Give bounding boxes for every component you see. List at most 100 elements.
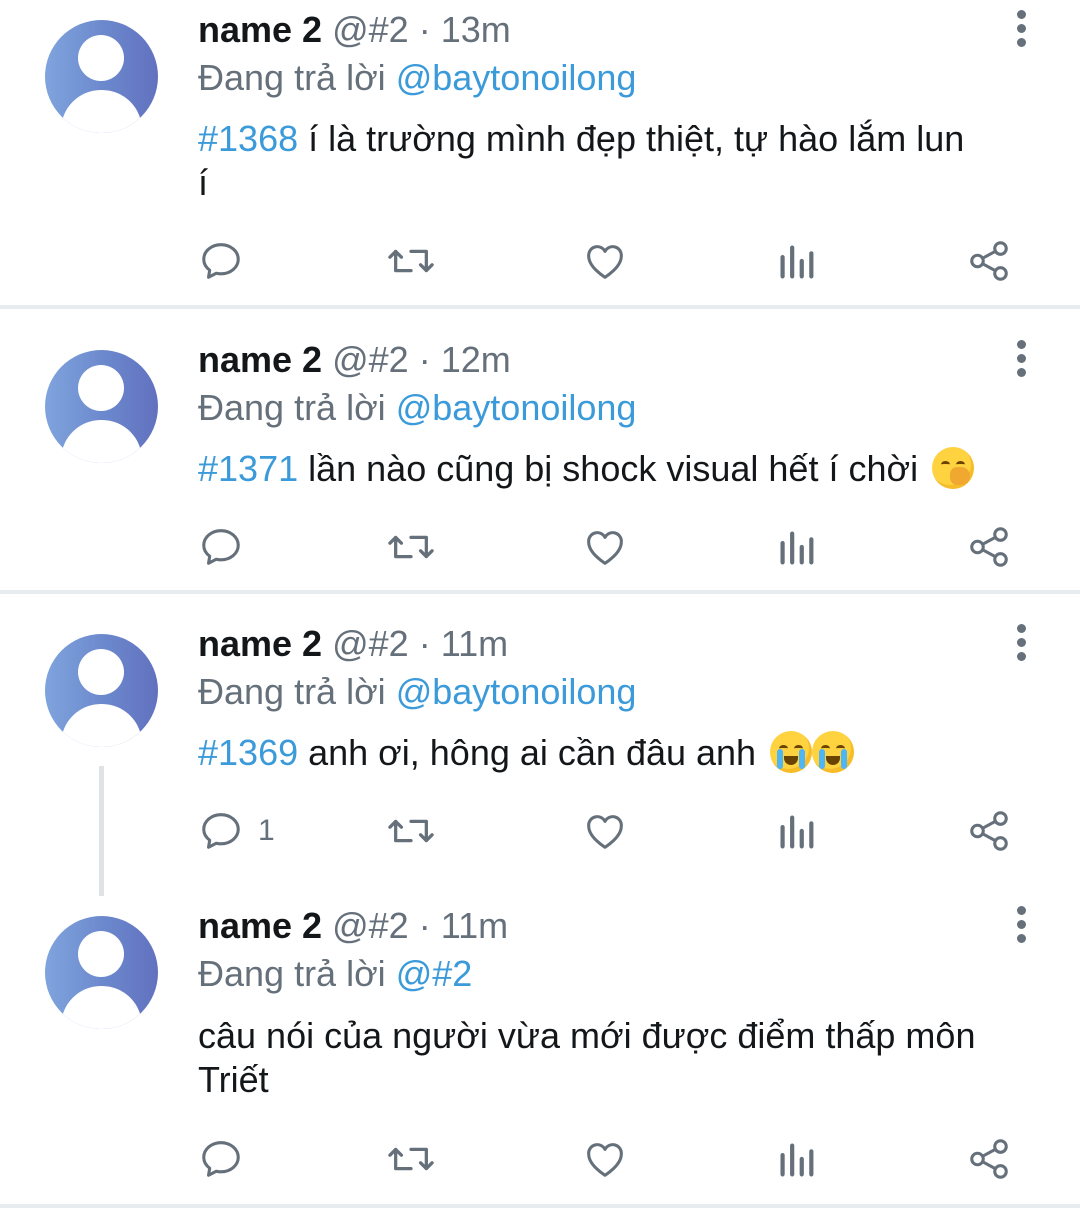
replying-to-link[interactable]: @baytonoilong <box>396 57 637 98</box>
retweet-button[interactable] <box>386 522 436 572</box>
separator-dot: · <box>418 905 431 946</box>
tweet-text-body: anh ơi, hông ai cần đâu anh <box>298 732 757 773</box>
timestamp[interactable]: 11m <box>441 905 508 946</box>
avatar-head-shape <box>78 931 124 977</box>
tweet-text: câu nói của người vừa mới được điểm thấp… <box>198 1014 1048 1102</box>
reply-count: 1 <box>258 814 275 847</box>
author-name[interactable]: name 2 <box>198 623 322 664</box>
share-icon <box>970 1139 1008 1179</box>
timestamp[interactable]: 12m <box>441 339 511 380</box>
more-options-button[interactable] <box>1006 338 1036 378</box>
smirk-hand-over-mouth-emoji <box>932 447 975 489</box>
reply-button[interactable] <box>198 522 258 572</box>
author-handle[interactable]: @#2 <box>332 9 409 50</box>
replying-to-link[interactable]: @baytonoilong <box>396 387 637 428</box>
reply-icon <box>202 243 240 279</box>
more-options-button[interactable] <box>1006 622 1036 662</box>
avatar-head-shape <box>78 365 124 411</box>
tweet-3[interactable]: name 2 @#2 · 11m Đang trả lời @baytonoil… <box>0 594 1080 896</box>
hashtag-link[interactable]: #1371 <box>198 448 298 489</box>
share-button[interactable] <box>966 236 1012 286</box>
more-options-button[interactable] <box>1006 904 1036 944</box>
tweet-actions <box>0 522 1080 572</box>
timestamp[interactable]: 11m <box>441 623 508 664</box>
timestamp[interactable]: 13m <box>441 9 511 50</box>
like-button[interactable] <box>582 236 628 286</box>
retweet-icon <box>388 535 434 559</box>
hashtag-link[interactable]: #1369 <box>198 732 298 773</box>
replying-to-label: Đang trả lời <box>198 57 386 98</box>
stats-button[interactable] <box>776 806 816 856</box>
retweet-icon <box>388 249 434 273</box>
stats-button[interactable] <box>776 522 816 572</box>
avatar-head-shape <box>78 649 124 695</box>
reply-icon <box>202 813 240 849</box>
avatar[interactable] <box>45 20 158 133</box>
stats-button[interactable] <box>776 1134 816 1184</box>
author-handle[interactable]: @#2 <box>332 623 409 664</box>
like-button[interactable] <box>582 1134 628 1184</box>
share-button[interactable] <box>966 522 1012 572</box>
tweet-header: name 2 @#2 · 11m <box>198 906 508 946</box>
tweet-4[interactable]: name 2 @#2 · 11m Đang trả lời @#2 câu nó… <box>0 884 1080 1204</box>
author-name[interactable]: name 2 <box>198 339 322 380</box>
avatar-body-shape <box>61 704 142 747</box>
author-name[interactable]: name 2 <box>198 9 322 50</box>
stats-icon <box>780 815 814 849</box>
like-button[interactable] <box>582 522 628 572</box>
tweet-text: #1371 lần nào cũng bị shock visual hết í… <box>198 447 1048 491</box>
replying-to-label: Đang trả lời <box>198 671 386 712</box>
tweet-divider <box>0 1204 1080 1208</box>
replying-to-link[interactable]: @#2 <box>396 953 473 994</box>
share-icon <box>970 241 1008 281</box>
author-handle[interactable]: @#2 <box>332 339 409 380</box>
tweet-text: #1368 í là trường mình đẹp thiệt, tự hào… <box>198 117 1048 205</box>
more-vertical-icon <box>1016 905 1026 943</box>
hashtag-link[interactable]: #1368 <box>198 118 298 159</box>
tweet-actions <box>0 1134 1080 1184</box>
replying-to: Đang trả lời @baytonoilong <box>198 672 636 712</box>
heart-icon <box>587 531 623 565</box>
tweet-2[interactable]: name 2 @#2 · 12m Đang trả lời @baytonoil… <box>0 310 1080 590</box>
tweet-actions <box>0 236 1080 286</box>
author-handle[interactable]: @#2 <box>332 905 409 946</box>
avatar[interactable] <box>45 634 158 747</box>
share-button[interactable] <box>966 806 1012 856</box>
stats-icon <box>780 1143 814 1177</box>
stats-icon <box>780 531 814 565</box>
retweet-button[interactable] <box>386 1134 436 1184</box>
avatar-head-shape <box>78 35 124 81</box>
avatar-body-shape <box>61 90 142 133</box>
avatar-body-shape <box>61 986 142 1029</box>
reply-button[interactable] <box>198 1134 258 1184</box>
avatar-body-shape <box>61 420 142 463</box>
retweet-button[interactable] <box>386 236 436 286</box>
tweet-1[interactable]: name 2 @#2 · 13m Đang trả lời @baytonoil… <box>0 0 1080 306</box>
tweet-text-body: lần nào cũng bị shock visual hết í chời <box>298 448 919 489</box>
tweet-actions: 1 <box>0 806 1080 856</box>
like-button[interactable] <box>582 806 628 856</box>
replying-to-label: Đang trả lời <box>198 953 386 994</box>
share-button[interactable] <box>966 1134 1012 1184</box>
tweet-text: #1369 anh ơi, hông ai cần đâu anh <box>198 731 1048 775</box>
share-icon <box>970 527 1008 567</box>
replying-to: Đang trả lời @baytonoilong <box>198 388 636 428</box>
retweet-button[interactable] <box>386 806 436 856</box>
reply-button[interactable] <box>198 236 258 286</box>
share-icon <box>970 811 1008 851</box>
tweet-header: name 2 @#2 · 12m <box>198 340 511 380</box>
stats-button[interactable] <box>776 236 816 286</box>
tweet-text-body: í là trường mình đẹp thiệt, tự hào lắm l… <box>298 118 965 159</box>
reply-button[interactable]: 1 <box>198 806 275 856</box>
replying-to: Đang trả lời @#2 <box>198 954 472 994</box>
avatar[interactable] <box>45 916 158 1029</box>
avatar[interactable] <box>45 350 158 463</box>
separator-dot: · <box>418 9 431 50</box>
separator-dot: · <box>418 339 431 380</box>
more-options-button[interactable] <box>1006 8 1036 48</box>
replying-to-link[interactable]: @baytonoilong <box>396 671 637 712</box>
author-name[interactable]: name 2 <box>198 905 322 946</box>
replying-to: Đang trả lời @baytonoilong <box>198 58 636 98</box>
tweet-text-body: câu nói của người vừa mới được điểm thấp… <box>198 1015 976 1056</box>
more-vertical-icon <box>1016 339 1026 377</box>
